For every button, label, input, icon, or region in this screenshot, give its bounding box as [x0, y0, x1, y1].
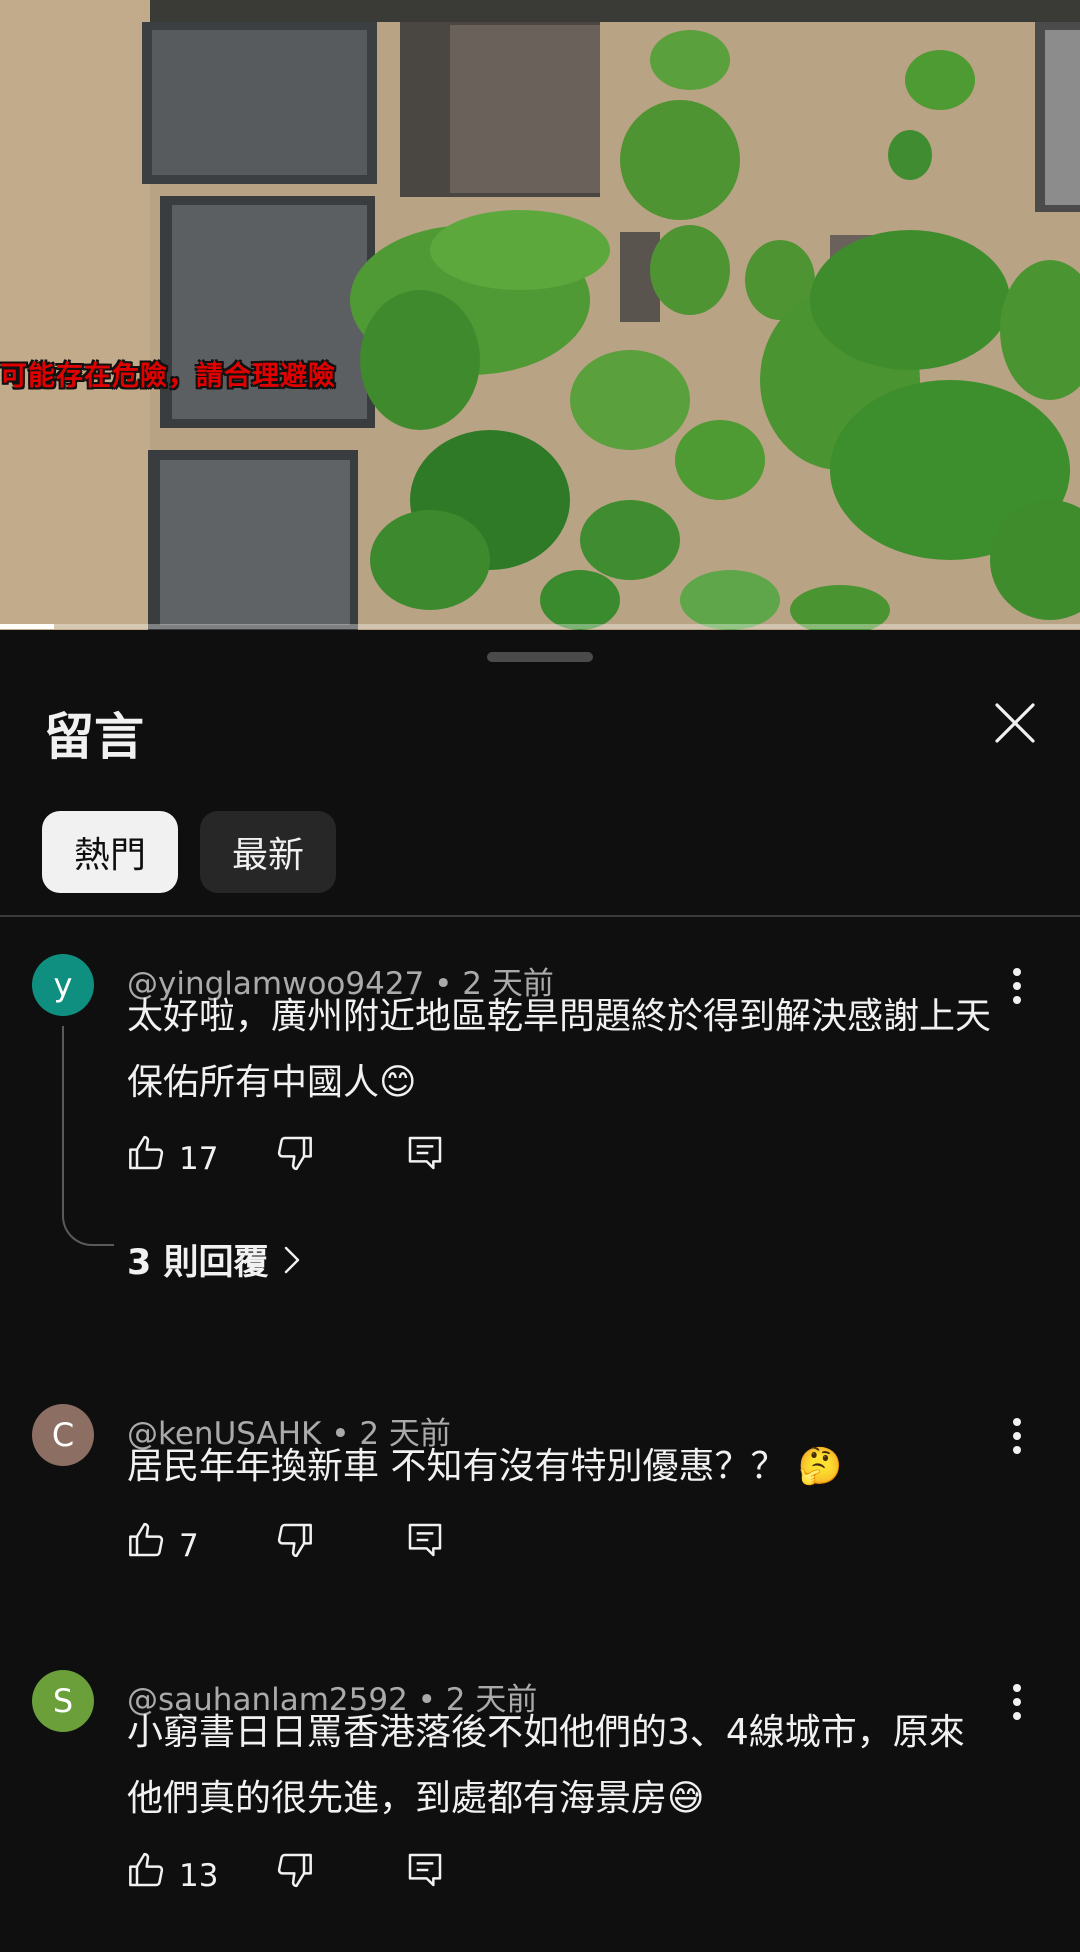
comments-title: 留言 [44, 708, 144, 766]
comment-actions: 17 [127, 1133, 487, 1185]
video-progress-fill [0, 624, 54, 629]
chip-top[interactable]: 熱門 [42, 811, 179, 893]
reply-thread-line [62, 1026, 114, 1246]
thumb-up-icon [129, 1522, 164, 1557]
video-player[interactable]: 可能存在危險，請合理避險 [0, 0, 1080, 630]
more-options-button[interactable] [1000, 1414, 1034, 1458]
like-count: 7 [179, 1528, 199, 1564]
avatar[interactable]: y [32, 954, 94, 1016]
avatar[interactable]: S [32, 1670, 94, 1732]
chip-newest[interactable]: 最新 [200, 811, 337, 893]
reply-comment-icon [408, 1853, 442, 1887]
comment-actions: 13 [127, 1850, 487, 1902]
thumb-down-icon [277, 1853, 312, 1888]
like-button[interactable] [127, 1133, 167, 1177]
reply-button[interactable] [405, 1520, 445, 1564]
comments-sheet: 留言 熱門 最新 y @yinglamwoo9427 • 2 天前 太好啦，廣州… [0, 630, 1080, 1952]
comment-item: y @yinglamwoo9427 • 2 天前 太好啦，廣州附近地區乾旱問題終… [0, 940, 1080, 1340]
video-overlay-warning: 可能存在危險，請合理避險 [0, 361, 336, 392]
close-button[interactable] [992, 700, 1038, 746]
view-replies-button[interactable]: 3 則回覆 [127, 1234, 301, 1285]
comment-item: C @kenUSAHK • 2 天前 居民年年換新車 不知有沒有特別優惠？？ 🤔… [0, 1398, 1080, 1638]
dislike-button[interactable] [274, 1850, 314, 1894]
dislike-button[interactable] [274, 1520, 314, 1564]
divider [0, 915, 1080, 917]
drag-handle[interactable] [487, 652, 593, 662]
reply-button[interactable] [405, 1133, 445, 1177]
like-button[interactable] [127, 1520, 167, 1564]
replies-count-label: 3 則回覆 [127, 1243, 269, 1283]
thumb-down-icon [277, 1523, 312, 1558]
thumb-down-icon [277, 1136, 312, 1171]
like-button[interactable] [127, 1850, 167, 1894]
reply-comment-icon [408, 1136, 442, 1170]
comment-actions: 7 [127, 1520, 487, 1572]
like-count: 17 [179, 1141, 219, 1177]
sort-chips: 熱門 最新 [42, 811, 337, 893]
comment-item: S @sauhanlam2592 • 2 天前 小窮書日日罵香港落後不如他們的3… [0, 1664, 1080, 1952]
like-count: 13 [179, 1858, 219, 1894]
video-progress-bar[interactable] [0, 624, 1080, 629]
thumb-up-icon [129, 1852, 164, 1887]
avatar[interactable]: C [32, 1404, 94, 1466]
more-vert-icon [1013, 1418, 1021, 1454]
thumb-up-icon [129, 1135, 164, 1170]
reply-comment-icon [408, 1523, 442, 1557]
chevron-right-icon [284, 1246, 299, 1273]
reply-button[interactable] [405, 1850, 445, 1894]
more-vert-icon [1013, 1684, 1021, 1720]
flood-aerial-frame [0, 0, 1080, 630]
more-vert-icon [1013, 968, 1021, 1004]
comment-text: 居民年年換新車 不知有沒有特別優惠？？ 🤔 [127, 1446, 843, 1487]
more-options-button[interactable] [1000, 1680, 1034, 1724]
more-options-button[interactable] [1000, 964, 1034, 1008]
comment-text: 太好啦，廣州附近地區乾旱問題終於得到解決感謝上天保佑所有中國人😊 [127, 996, 992, 1103]
close-icon [995, 703, 1035, 743]
comment-text: 小窮書日日罵香港落後不如他們的3、4線城市，原來他們真的很先進，到處都有海景房😅 [127, 1712, 965, 1819]
dislike-button[interactable] [274, 1133, 314, 1177]
